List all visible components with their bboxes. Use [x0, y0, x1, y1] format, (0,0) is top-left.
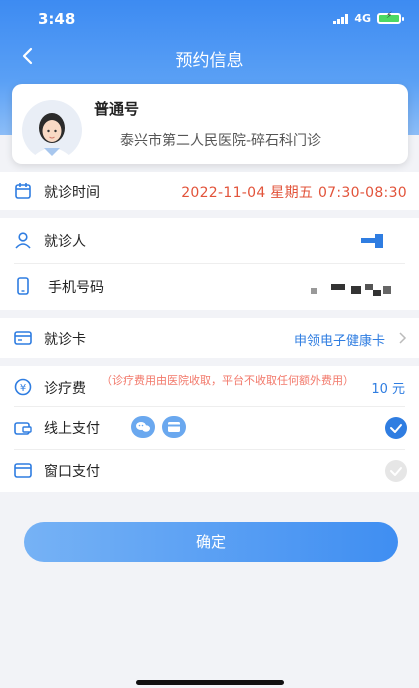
- visit-time-label: 就诊时间: [44, 185, 100, 201]
- status-time: 3:48: [38, 10, 76, 28]
- chevron-right-icon: [399, 332, 407, 344]
- confirm-button[interactable]: 确定: [24, 522, 398, 562]
- ticket-type: 普通号: [94, 100, 140, 118]
- nav-bar: 预约信息: [0, 40, 419, 74]
- person-icon: [15, 232, 31, 249]
- patient-section: 就诊人 手机号码: [0, 218, 419, 310]
- window-icon: [14, 463, 32, 478]
- status-indicators: 4G ⚡: [333, 11, 404, 25]
- visit-time-section: 就诊时间 2022-11-04 星期五 07:30-08:30: [0, 172, 419, 210]
- status-bar: 3:48 4G ⚡: [0, 0, 419, 38]
- calendar-icon: [15, 183, 31, 199]
- phone-number-masked: [311, 282, 391, 296]
- card-icon: [14, 331, 32, 345]
- signal-icon: [333, 13, 349, 24]
- bank-card-icon: [162, 416, 186, 438]
- apply-health-card-link[interactable]: 申领电子健康卡: [294, 330, 385, 349]
- patient-name-masked: [361, 234, 389, 248]
- fee-label: 诊疗费: [44, 381, 86, 397]
- hospital-name: 泰兴市第二人民医院-碎石科门诊: [120, 133, 322, 149]
- wallet-icon: [14, 422, 32, 435]
- phone-icon: [17, 277, 29, 295]
- patient-label: 就诊人: [44, 234, 86, 250]
- online-pay-option[interactable]: 线上支付: [0, 407, 419, 449]
- divider: [14, 263, 405, 264]
- window-pay-option[interactable]: 窗口支付: [0, 450, 419, 492]
- phone-label: 手机号码: [48, 280, 104, 296]
- svg-text:¥: ¥: [20, 383, 26, 394]
- doctor-card: 普通号 泰兴市第二人民医院-碎石科门诊: [12, 84, 408, 164]
- page-title: 预约信息: [175, 51, 244, 71]
- home-indicator: [136, 680, 284, 685]
- wechat-pay-icon: [131, 416, 155, 438]
- network-type: 4G: [354, 12, 371, 25]
- battery-icon: ⚡: [377, 11, 404, 24]
- visit-time-value: 2022-11-04 星期五 07:30-08:30: [181, 185, 407, 201]
- medical-card-label: 就诊卡: [44, 332, 86, 348]
- online-pay-checkbox[interactable]: [385, 417, 407, 439]
- fee-amount: 10 元: [371, 382, 405, 397]
- medical-card-section[interactable]: 就诊卡 申领电子健康卡: [0, 318, 419, 358]
- yuan-icon: ¥: [14, 378, 32, 396]
- doctor-avatar: [22, 100, 82, 160]
- online-pay-label: 线上支付: [44, 421, 100, 437]
- window-pay-checkbox[interactable]: [385, 460, 407, 482]
- fee-note: （诊疗费用由医院收取，平台不收取任何额外费用）: [101, 374, 354, 387]
- window-pay-label: 窗口支付: [44, 464, 100, 480]
